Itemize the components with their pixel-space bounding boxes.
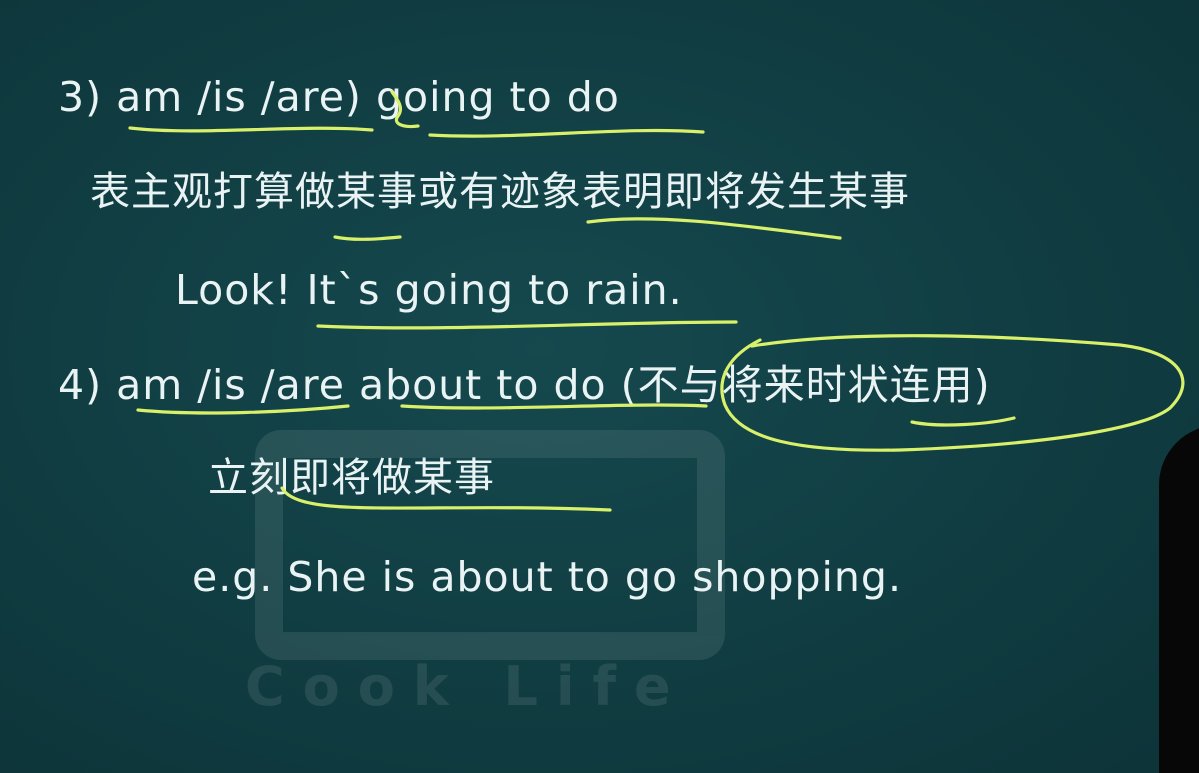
point-3-heading: 3) am /is /are) going to do xyxy=(58,73,620,121)
watermark-text: Cook Life xyxy=(245,655,689,718)
point-3-example: Look! It`s going to rain. xyxy=(175,266,683,314)
presenter-silhouette xyxy=(1159,425,1199,773)
underline-jixiang xyxy=(586,217,842,240)
lecture-slide: Cook Life 3) am /is /are) going to do 表主… xyxy=(0,0,1199,773)
underline-zhuang xyxy=(910,416,1016,427)
point-3-meaning: 表主观打算做某事或有迹象表明即将发生某事 xyxy=(90,169,910,215)
point-4-meaning: 立刻即将做某事 xyxy=(208,455,495,501)
point-4-heading: 4) am /is /are about to do (不与将来时状连用) xyxy=(58,361,991,409)
underline-going-to-do-1 xyxy=(428,128,705,138)
point-4-example: e.g. She is about to go shopping. xyxy=(192,553,902,601)
underline-zuo xyxy=(333,235,402,241)
underline-am-is-are-1 xyxy=(128,126,374,133)
underline-its-going-to-rain xyxy=(316,320,738,330)
